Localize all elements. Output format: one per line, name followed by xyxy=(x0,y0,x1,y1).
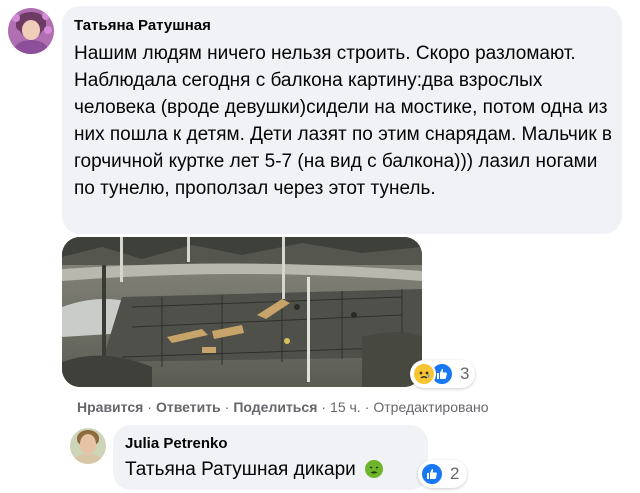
comment-bubble: Татьяна Ратушная Нашим людям ничего нель… xyxy=(62,6,622,234)
reply-reactions[interactable]: 2 xyxy=(418,460,468,488)
nauseated-face-icon xyxy=(365,460,384,478)
separator: · xyxy=(321,399,327,415)
comment-reactions[interactable]: 3 xyxy=(410,360,476,388)
separator: · xyxy=(224,399,230,415)
reply-bubble: Julia Petrenko Татьяна Ратушная дикари xyxy=(113,425,428,490)
like-icon xyxy=(420,462,444,486)
reply-link[interactable]: Ответить xyxy=(156,399,221,415)
reply-author[interactable]: Julia Petrenko xyxy=(125,434,416,454)
reply-message: дикари xyxy=(293,459,356,480)
share-link[interactable]: Поделиться xyxy=(233,399,317,415)
comment-author[interactable]: Татьяна Ратушная xyxy=(74,16,610,36)
commenter-avatar[interactable] xyxy=(8,8,54,54)
like-link[interactable]: Нравится xyxy=(77,399,143,415)
separator: · xyxy=(147,399,152,415)
comment-photo[interactable] xyxy=(62,237,422,387)
comment-text: Нашим людям ничего нельзя строить. Скоро… xyxy=(74,43,613,199)
comment-actions: Нравится · Ответить · Поделиться · 15 ч. · Отред… xyxy=(77,398,489,416)
sad-icon xyxy=(412,362,436,386)
playground-photo-image xyxy=(62,237,422,387)
separator: · xyxy=(364,399,370,415)
reply-text: Татьяна Ратушная дикари xyxy=(125,457,416,483)
edited-label[interactable]: Отредактировано xyxy=(373,399,488,415)
reply-mention-link[interactable]: Татьяна Ратушная xyxy=(125,459,288,480)
reply-reaction-count: 2 xyxy=(450,464,460,483)
reply-avatar[interactable] xyxy=(70,428,106,464)
reaction-count: 3 xyxy=(460,364,470,383)
timestamp-link[interactable]: 15 ч. xyxy=(330,399,361,415)
